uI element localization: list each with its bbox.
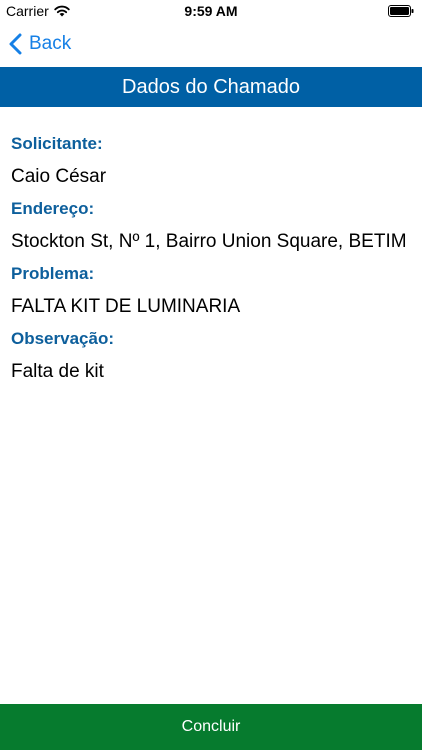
ticket-details: Solicitante: Caio César Endereço: Stockt… bbox=[11, 133, 416, 393]
problem-value: FALTA KIT DE LUMINARIA bbox=[11, 296, 241, 317]
status-bar: Carrier 9:59 AM bbox=[0, 0, 422, 22]
note-label: Observação: bbox=[11, 329, 114, 348]
battery-full-icon bbox=[388, 5, 414, 17]
status-time: 9:59 AM bbox=[184, 3, 238, 19]
conclude-button[interactable]: Concluir bbox=[0, 704, 422, 750]
requester-value: Caio César bbox=[11, 166, 107, 187]
address-label: Endereço: bbox=[11, 199, 95, 218]
page-header: Dados do Chamado bbox=[0, 67, 422, 107]
back-button[interactable]: Back bbox=[9, 22, 71, 66]
requester-label: Solicitante: bbox=[11, 134, 103, 153]
back-button-label: Back bbox=[29, 33, 72, 54]
navigation-bar: Back bbox=[0, 22, 422, 66]
conclude-button-label: Concluir bbox=[181, 718, 241, 735]
chevron-left-icon bbox=[9, 33, 22, 55]
note-value: Falta de kit bbox=[11, 361, 104, 382]
problem-label: Problema: bbox=[11, 264, 95, 283]
address-value: Stockton St, Nº 1, Bairro Union Square, … bbox=[11, 231, 407, 252]
page-title: Dados do Chamado bbox=[122, 75, 300, 98]
